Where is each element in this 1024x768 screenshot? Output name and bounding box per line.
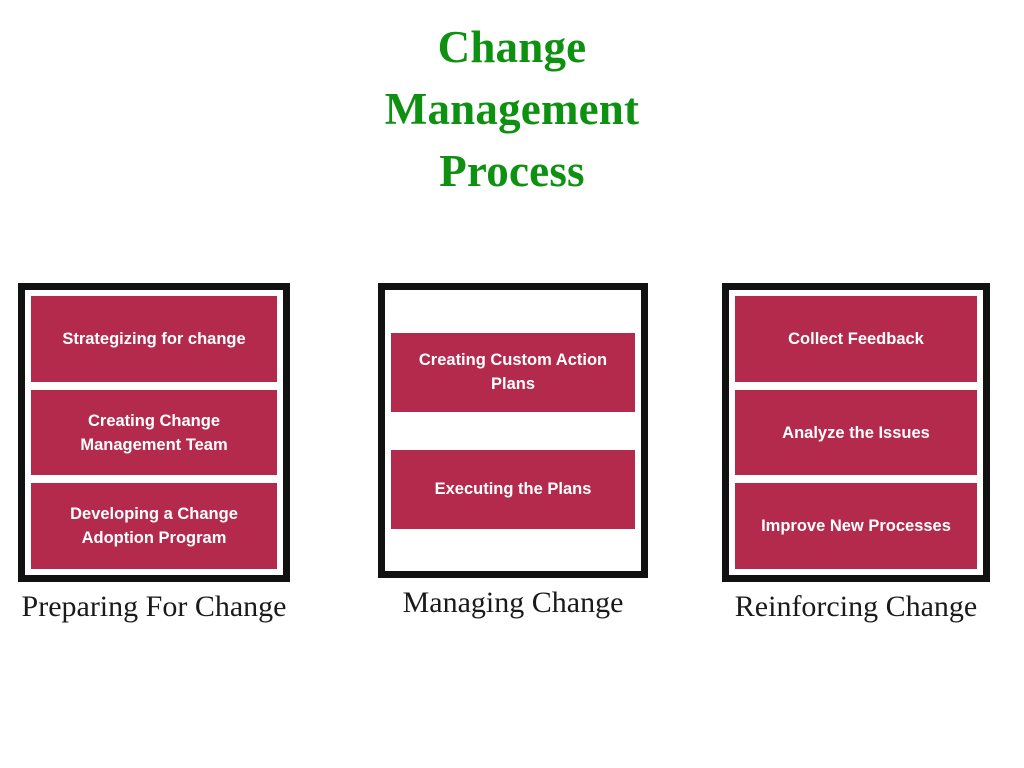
process-column-frame: Strategizing for change Creating Change … [18,283,290,582]
process-step[interactable]: Analyze the Issues [735,389,977,476]
process-columns: Strategizing for change Creating Change … [0,283,1024,683]
process-step[interactable]: Improve New Processes [735,483,977,570]
process-column-frame: Collect Feedback Analyze the Issues Impr… [722,283,990,582]
process-column-preparing-for-change: Strategizing for change Creating Change … [18,283,290,623]
process-step[interactable]: Collect Feedback [735,296,977,382]
process-step[interactable]: Creating Change Management Team [31,389,277,476]
process-column-reinforcing-change: Collect Feedback Analyze the Issues Impr… [722,283,990,623]
process-step[interactable]: Developing a Change Adoption Program [31,483,277,570]
process-column-caption: Reinforcing Change [734,590,978,623]
process-column-caption: Preparing For Change [21,590,287,623]
process-column-caption: Managing Change [402,586,624,619]
page-title-line-3: Process [439,146,585,196]
process-column-frame: Creating Custom Action Plans Executing t… [378,283,648,578]
process-step[interactable]: Executing the Plans [391,449,635,529]
process-column-managing-change: Creating Custom Action Plans Executing t… [378,283,648,619]
page-title-line-2: Management [384,84,640,134]
page-title: Change Management Process [0,16,1024,202]
process-step[interactable]: Creating Custom Action Plans [391,332,635,412]
page-title-line-1: Change [437,22,587,72]
process-step[interactable]: Strategizing for change [31,296,277,382]
